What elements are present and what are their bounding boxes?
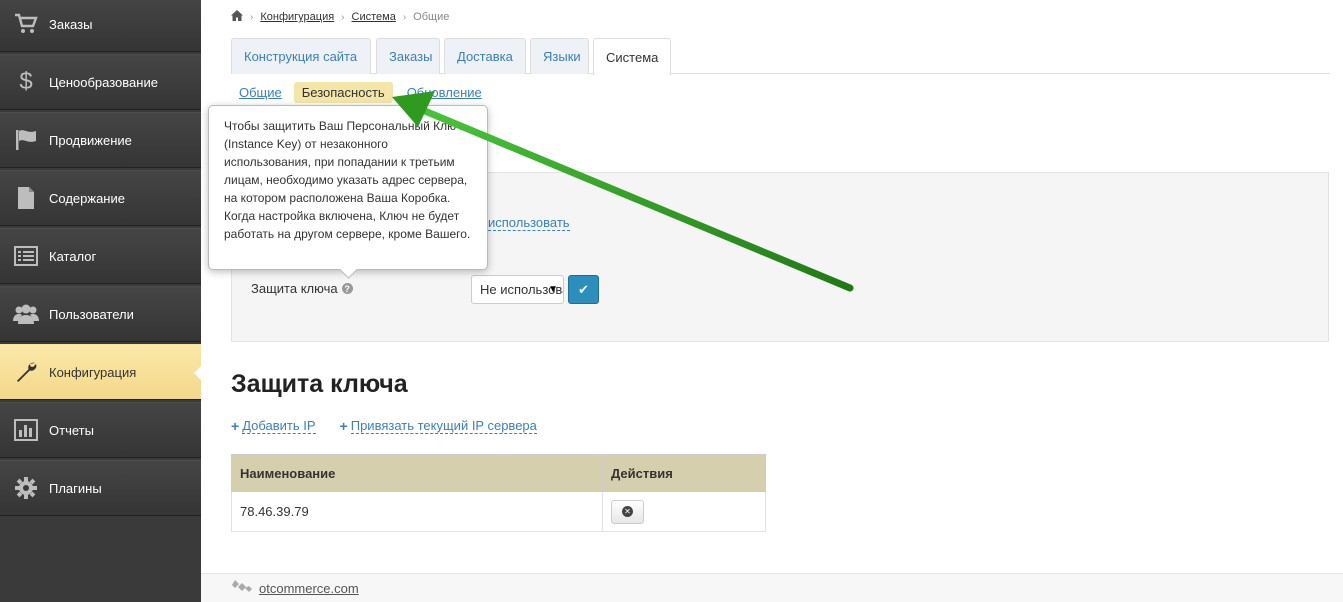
breadcrumb-configuration[interactable]: Конфигурация (260, 11, 334, 23)
sidebar-item-label: Заказы (49, 16, 93, 32)
chart-icon (13, 417, 39, 443)
tab-system[interactable]: Система (593, 38, 671, 75)
footer-link[interactable]: otcommerce.com (259, 581, 359, 596)
help-icon[interactable]: ? (341, 283, 353, 294)
tab-languages[interactable]: Языки (530, 38, 589, 74)
breadcrumb-system[interactable]: Система (352, 11, 396, 23)
sidebar-item-users[interactable]: Пользователи (0, 286, 201, 342)
tab-orders[interactable]: Заказы (376, 38, 440, 74)
annotation-arrow-icon (392, 91, 854, 292)
breadcrumb-separator: › (250, 11, 254, 23)
sidebar-item-orders[interactable]: Заказы (0, 0, 201, 52)
sidebar-item-label: Конфигурация (49, 364, 137, 380)
main-tabs: Конструкция сайта Заказы Доставка Языки … (231, 38, 1330, 75)
breadcrumb-separator: › (341, 11, 345, 23)
add-ip-button[interactable]: + Добавить IP (231, 418, 316, 434)
sidebar-item-plugins[interactable]: Плагины (0, 460, 201, 516)
sidebar-item-configuration[interactable]: Конфигурация (0, 344, 202, 400)
bind-ip-label: Привязать текущий IP сервера (350, 418, 537, 434)
flag-icon (13, 127, 39, 153)
plus-icon: + (339, 418, 348, 434)
delete-button[interactable]: ✕ (611, 499, 644, 524)
footer: otcommerce.com (201, 573, 1343, 602)
catalog-icon (13, 243, 39, 269)
sidebar-item-label: Продвижение (49, 132, 132, 148)
bind-server-ip-button[interactable]: + Привязать текущий IP сервера (340, 418, 537, 434)
table-header-row: Наименование Действия (231, 454, 766, 492)
key-protection-label-text: Защита ключа (251, 281, 338, 296)
otcommerce-logo-icon (232, 579, 252, 597)
wrench-icon (13, 359, 39, 385)
sidebar-item-content[interactable]: Содержание (0, 170, 201, 226)
column-header-name: Наименование (231, 454, 603, 492)
plus-icon: + (231, 418, 240, 434)
breadcrumb: › Конфигурация › Система › Общие (231, 10, 449, 24)
sidebar-item-label: Плагины (49, 480, 102, 496)
gear-icon (13, 475, 39, 501)
sidebar-item-reports[interactable]: Отчеты (0, 402, 201, 458)
breadcrumb-current: Общие (413, 11, 450, 23)
home-icon[interactable] (231, 10, 243, 24)
ip-table: Наименование Действия 78.46.39.79 ✕ (231, 454, 766, 532)
users-icon (13, 301, 39, 327)
actions-cell: ✕ (602, 491, 766, 532)
section-actions: + Добавить IP + Привязать текущий IP сер… (231, 418, 561, 434)
breadcrumb-separator: › (402, 11, 407, 23)
sidebar-item-label: Пользователи (49, 306, 134, 322)
subtab-general[interactable]: Общие (231, 82, 290, 103)
dollar-icon: $ (19, 68, 33, 95)
sidebar-item-pricing[interactable]: $ Ценообразование (0, 54, 201, 110)
sidebar: Заказы $ Ценообразование Продвижение Сод… (0, 0, 202, 602)
sidebar-item-promotion[interactable]: Продвижение (0, 112, 201, 168)
sidebar-item-label: Содержание (49, 190, 125, 206)
table-row: 78.46.39.79 ✕ (231, 491, 766, 532)
subtab-security[interactable]: Безопасность (293, 82, 393, 103)
cart-icon (13, 11, 39, 37)
add-ip-label: Добавить IP (242, 418, 316, 434)
sidebar-item-catalog[interactable]: Каталог (0, 228, 201, 284)
document-icon (13, 185, 39, 211)
ip-cell: 78.46.39.79 (231, 491, 603, 532)
sidebar-item-label: Каталог (49, 248, 97, 264)
key-protection-label: Защита ключа ? (251, 281, 353, 296)
sidebar-item-label: Отчеты (49, 422, 94, 438)
column-header-actions: Действия (602, 454, 766, 492)
close-icon: ✕ (622, 506, 633, 517)
tab-delivery[interactable]: Доставка (444, 38, 526, 74)
section-title: Защита ключа (231, 370, 408, 398)
sidebar-item-label: Ценообразование (49, 74, 158, 90)
tab-site-construction[interactable]: Конструкция сайта (231, 38, 371, 74)
